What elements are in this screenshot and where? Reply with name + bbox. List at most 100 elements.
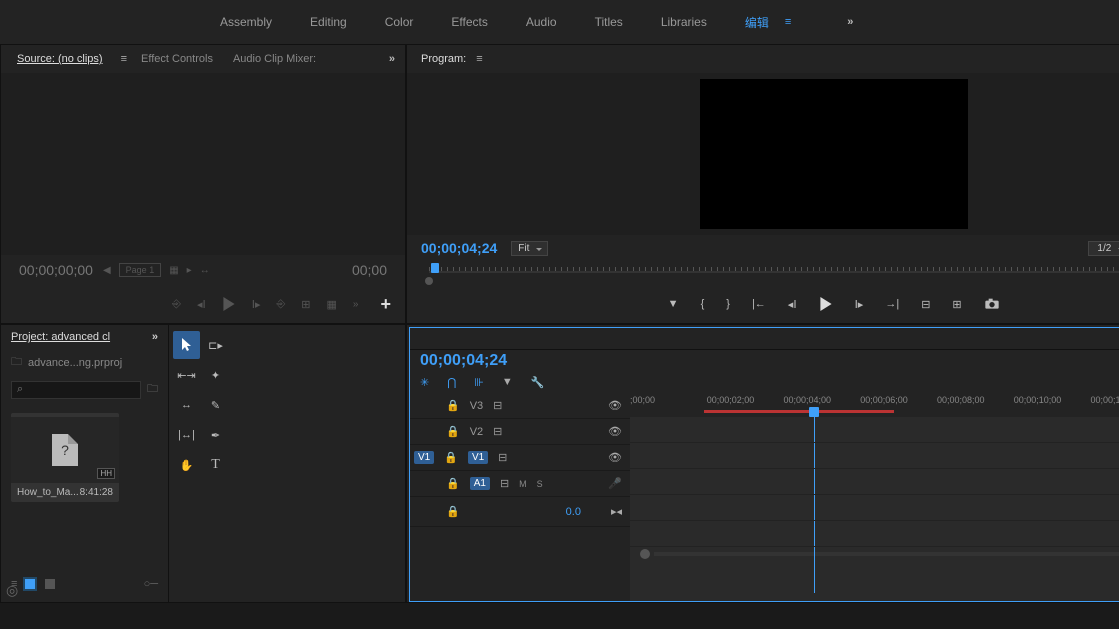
source-overwrite-icon[interactable]: ▦ — [327, 298, 337, 311]
source-insert-icon[interactable]: ⊞ — [301, 298, 310, 311]
timeline-playhead[interactable] — [809, 407, 819, 417]
track-header-v3[interactable]: 🔒 V3 ⊟ 👁 — [410, 393, 630, 419]
sync-lock-icon[interactable]: ⊟ — [498, 451, 507, 464]
source-timecode-in[interactable]: 00;00;00;00 — [19, 262, 93, 278]
timeline-rate[interactable]: 0.0 — [566, 506, 581, 518]
program-canvas[interactable] — [700, 79, 968, 229]
source-page-prev-icon[interactable]: ◀ — [103, 265, 111, 276]
freeform-view-icon[interactable] — [45, 579, 55, 589]
program-goto-in-icon[interactable]: |← — [752, 298, 766, 310]
source-mark-out-icon[interactable]: ⎆ — [276, 298, 285, 311]
program-export-frame-icon[interactable] — [984, 298, 1000, 310]
creative-cloud-icon[interactable]: ◎ — [6, 582, 18, 599]
program-play-icon[interactable] — [819, 297, 833, 311]
slip-tool[interactable]: |↔| — [173, 421, 200, 449]
hand-tool[interactable]: ✋ — [173, 451, 200, 479]
track-master[interactable] — [630, 521, 1119, 547]
rate-stretch-tool[interactable]: ↔ — [173, 391, 200, 419]
work-area-bar[interactable] — [704, 410, 894, 413]
mute-button[interactable]: M — [519, 479, 527, 489]
mic-icon[interactable]: 🎤 — [608, 477, 622, 490]
lock-icon[interactable]: 🔒 — [446, 425, 460, 438]
track-target-a1[interactable]: A1 — [470, 477, 490, 490]
source-transport-more-icon[interactable]: » — [353, 299, 359, 310]
eye-icon[interactable]: 👁 — [608, 451, 622, 464]
source-patch-v1[interactable]: V1 — [414, 451, 434, 464]
razor-tool[interactable]: ✎ — [202, 391, 229, 419]
timeline-ruler[interactable]: ;00;00 00;00;02;00 00;00;04;00 00;00;06;… — [630, 393, 1119, 417]
program-playhead[interactable] — [431, 263, 439, 273]
workspace-overflow-icon[interactable]: » — [847, 16, 853, 28]
project-panel-title[interactable]: Project: advanced cl — [11, 331, 110, 343]
workspace-tab-titles[interactable]: Titles — [595, 15, 623, 29]
effect-controls-tab[interactable]: Effect Controls — [135, 49, 219, 69]
linked-selection-icon[interactable]: ⋂ — [447, 376, 456, 389]
workspace-tab-assembly[interactable]: Assembly — [220, 15, 272, 29]
track-header-master[interactable]: 🔒 0.0 ▸◂ — [410, 497, 630, 527]
sync-lock-icon[interactable]: ⊟ — [493, 425, 502, 438]
source-view-icon[interactable]: ▦ — [169, 265, 178, 276]
source-mark-in-icon[interactable]: ⎆ — [172, 298, 181, 311]
workspace-tab-editing[interactable]: Editing — [310, 15, 347, 29]
program-out-icon[interactable]: } — [726, 298, 730, 310]
new-bin-icon[interactable]: 🗀 — [147, 380, 158, 399]
playhead-sync-icon[interactable]: ▸◂ — [611, 505, 622, 518]
source-overflow-icon[interactable]: » — [389, 53, 395, 65]
lock-icon[interactable]: 🔒 — [446, 505, 460, 518]
sync-lock-icon[interactable]: ⊟ — [500, 477, 509, 490]
timeline-settings-icon[interactable]: 🔧 — [531, 376, 545, 389]
program-lift-icon[interactable]: ⊟ — [921, 298, 930, 311]
track-select-tool[interactable]: ⊏▸ — [202, 331, 229, 359]
timeline-h-scrollbar[interactable] — [630, 547, 1119, 561]
sync-lock-icon[interactable]: ⊟ — [493, 399, 502, 412]
track-header-v1[interactable]: V1 🔒 V1 ⊟ 👁 — [410, 445, 630, 471]
program-tab-menu-icon[interactable]: ≡ — [476, 53, 482, 65]
program-in-icon[interactable]: { — [701, 298, 705, 310]
program-timecode-current[interactable]: 00;00;04;24 — [421, 240, 497, 256]
track-v3[interactable] — [630, 417, 1119, 443]
timeline-marker-icon[interactable]: ▼ — [502, 376, 513, 389]
audio-clip-mixer-tab[interactable]: Audio Clip Mixer: — [227, 49, 322, 69]
lock-icon[interactable]: 🔒 — [446, 399, 460, 412]
add-marker-timeline-icon[interactable]: ⊪ — [474, 376, 484, 389]
program-resolution-select[interactable]: 1/2 — [1088, 241, 1119, 256]
project-overflow-icon[interactable]: » — [152, 331, 158, 343]
solo-button[interactable]: S — [537, 479, 543, 489]
workspace-tab-effects[interactable]: Effects — [451, 15, 487, 29]
source-timecode-out[interactable]: 00;00 — [352, 262, 387, 278]
project-item[interactable]: ? HH How_to_Ma... 8:41:28 — [11, 413, 119, 502]
source-step-fwd-icon[interactable]: Ⅰ▸ — [252, 298, 261, 311]
track-a1[interactable] — [630, 495, 1119, 521]
track-target-v1[interactable]: V1 — [468, 451, 488, 464]
track-header-a1[interactable]: 🔒 A1 ⊟ M S 🎤 — [410, 471, 630, 497]
lock-icon[interactable]: 🔒 — [444, 451, 458, 464]
workspace-menu-icon[interactable]: ≡ — [785, 16, 791, 28]
lock-icon[interactable]: 🔒 — [446, 477, 460, 490]
scroll-handle-left[interactable] — [640, 549, 650, 559]
track-header-v2[interactable]: 🔒 V2 ⊟ 👁 — [410, 419, 630, 445]
eye-icon[interactable]: 👁 — [608, 399, 622, 412]
program-marker-icon[interactable]: ▼ — [668, 298, 679, 310]
source-step-back-icon[interactable]: ◂Ⅰ — [197, 298, 206, 311]
workspace-tab-color[interactable]: Color — [385, 15, 414, 29]
snap-icon[interactable]: ✳ — [420, 376, 429, 389]
program-zoom-select[interactable]: Fit — [511, 241, 548, 256]
source-play-icon[interactable] — [222, 297, 236, 311]
icon-view-icon[interactable] — [25, 579, 35, 589]
pen-tool[interactable]: ✒ — [202, 421, 229, 449]
timeline-tracks-area[interactable]: ;00;00 00;00;02;00 00;00;04;00 00;00;06;… — [630, 393, 1119, 601]
program-scrub-handle-left[interactable] — [425, 277, 433, 285]
eye-icon[interactable]: 👁 — [608, 425, 622, 438]
source-tab[interactable]: Source: (no clips) — [11, 49, 109, 69]
source-page-next-icon[interactable]: ▸ — [187, 265, 192, 276]
source-expand-icon[interactable]: ↔ — [200, 265, 210, 276]
program-goto-out-icon[interactable]: →| — [885, 298, 899, 310]
workspace-tab-audio[interactable]: Audio — [526, 15, 557, 29]
type-tool[interactable]: T — [202, 451, 229, 479]
program-step-fwd-icon[interactable]: Ⅰ▸ — [855, 298, 864, 311]
workspace-tab-libraries[interactable]: Libraries — [661, 15, 707, 29]
program-scrubber[interactable] — [421, 261, 1119, 285]
selection-tool[interactable] — [173, 331, 200, 359]
track-v2[interactable] — [630, 443, 1119, 469]
timeline-timecode[interactable]: 00;00;04;24 — [420, 352, 1119, 370]
